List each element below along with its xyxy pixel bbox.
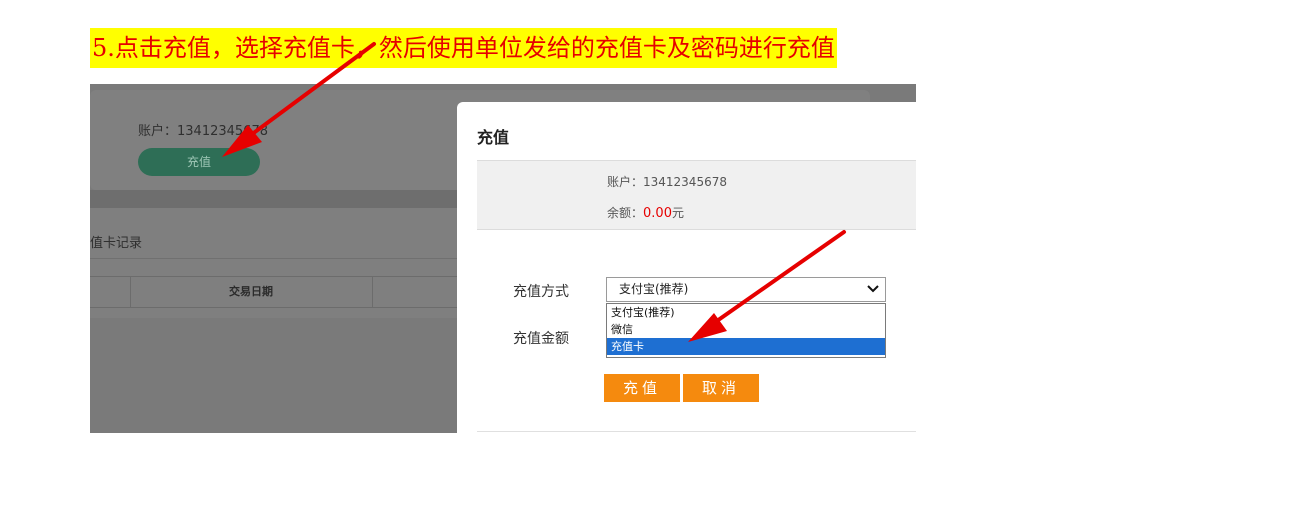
records-title: 值卡记录 xyxy=(90,236,143,251)
balance-row: 余额：0.00元 xyxy=(607,204,684,221)
cancel-button[interactable]: 取消 xyxy=(683,374,759,402)
screenshot-frame: 账户：13412345678 充值 值卡记录 交易日期 充值 账户：134123… xyxy=(90,84,916,433)
column-header-date: 交易日期 xyxy=(229,285,273,298)
dialog-bottom-divider xyxy=(477,431,916,432)
dialog-title: 充值 xyxy=(477,128,510,147)
confirm-recharge-button[interactable]: 充值 xyxy=(604,374,680,402)
dialog-account-text: 账户：13412345678 xyxy=(607,175,727,189)
recharge-button[interactable]: 充值 xyxy=(138,148,260,176)
option-alipay[interactable]: 支付宝(推荐) xyxy=(607,304,885,321)
column-separator xyxy=(372,277,373,307)
payment-method-select[interactable]: 支付宝(推荐) xyxy=(606,277,886,302)
account-info-box: 账户：13412345678 余额：0.00元 xyxy=(477,160,916,230)
balance-unit: 元 xyxy=(671,206,684,220)
payment-method-dropdown: 支付宝(推荐) 微信 充值卡 xyxy=(606,303,886,358)
select-current-value: 支付宝(推荐) xyxy=(619,282,689,296)
balance-label: 余额： xyxy=(607,206,644,220)
instruction-caption: 5.点击充值，选择充值卡，然后使用单位发给的充值卡及密码进行充值 xyxy=(90,28,837,68)
option-wechat[interactable]: 微信 xyxy=(607,321,885,338)
account-text: 账户：13412345678 xyxy=(138,124,268,139)
option-recharge-card[interactable]: 充值卡 xyxy=(607,338,885,355)
balance-amount: 0.00 xyxy=(643,206,672,221)
payment-method-label: 充值方式 xyxy=(513,284,569,300)
recharge-amount-label: 充值金额 xyxy=(513,331,569,347)
recharge-dialog: 充值 账户：13412345678 余额：0.00元 充值方式 充值金额 支付宝… xyxy=(457,102,916,433)
